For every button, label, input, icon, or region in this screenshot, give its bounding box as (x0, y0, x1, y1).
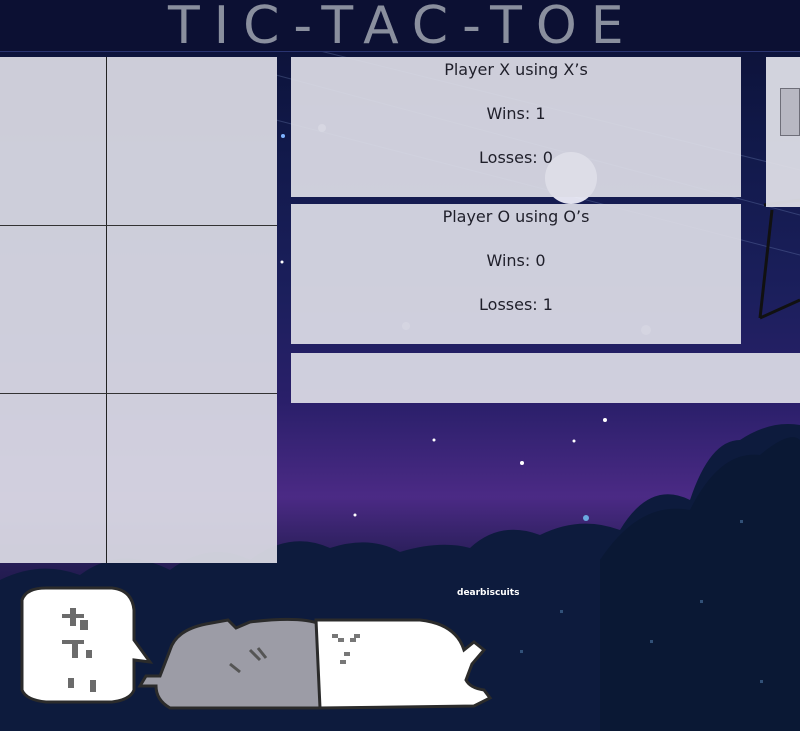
grid-line (0, 225, 277, 226)
player-x-wins: Wins: 1 (486, 104, 546, 123)
player-x-losses: Losses: 0 (479, 148, 553, 167)
player-o-losses: Losses: 1 (479, 295, 553, 314)
board-cell[interactable] (0, 226, 106, 393)
page-title: TIC-TAC-TOE (168, 0, 638, 56)
board-cell[interactable] (107, 394, 277, 563)
board-cell[interactable] (0, 394, 106, 563)
player-o-panel: Player O using O’s Wins: 0 Losses: 1 (291, 204, 741, 344)
grid-line (106, 57, 107, 563)
board-cell[interactable] (107, 226, 277, 393)
board-cell[interactable] (107, 57, 277, 225)
player-o-name: Player O using O’s (442, 207, 590, 226)
player-x-panel: Player X using X’s Wins: 1 Losses: 0 (291, 57, 741, 197)
header-bar: TIC-TAC-TOE (0, 0, 800, 56)
sleeping-cats-illustration (20, 586, 493, 710)
status-bar (291, 353, 800, 403)
grid-line (0, 393, 277, 394)
player-o-wins: Wins: 0 (486, 251, 546, 270)
board-cell[interactable] (0, 57, 106, 225)
player-x-name: Player X using X’s (444, 60, 588, 79)
game-board (0, 57, 277, 563)
side-button[interactable] (780, 88, 800, 136)
